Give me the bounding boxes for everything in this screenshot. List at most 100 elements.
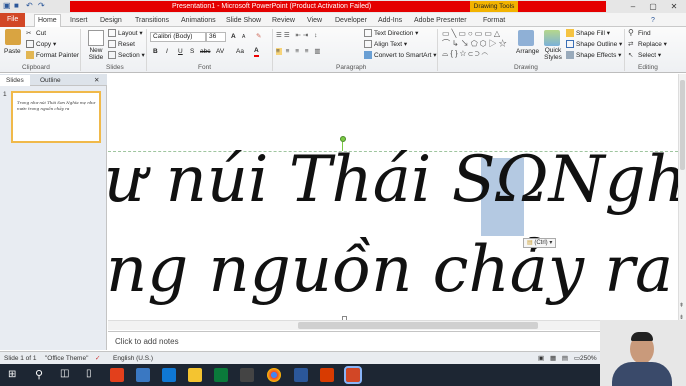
divider [80,29,81,71]
quick-styles-button[interactable]: Quick Styles [541,47,565,61]
slide-text-line-1[interactable]: ư núi Thái SΩNghĩ [108,140,678,220]
format-painter-button[interactable]: Format Painter [26,51,79,60]
tab-adobe-presenter[interactable]: Adobe Presenter [411,15,470,27]
change-case-button[interactable]: Aa [236,47,244,56]
close-icon[interactable]: ✕ [667,1,681,12]
chrome-icon[interactable] [267,368,281,382]
notes-placeholder[interactable]: Click to add notes [115,337,179,346]
spellcheck-icon[interactable]: ✓ [95,354,100,363]
reset-button[interactable]: Reset [108,40,135,49]
find-icon: ⚲ [628,28,634,38]
find-button[interactable]: ⚲ Find [628,29,651,38]
select-button[interactable]: ↖ Select ▾ [628,51,661,60]
replace-button[interactable]: ⇄ Replace ▾ [628,40,667,49]
font-size-combo[interactable]: 36 [206,32,226,42]
paste-button[interactable]: Paste [4,47,21,56]
language[interactable]: English (U.S.) [113,354,153,363]
tab-insert[interactable]: Insert [67,15,91,27]
windows-start-icon[interactable]: ⊞ [8,369,16,380]
hscroll-thumb[interactable] [298,322,538,329]
folder-icon[interactable] [188,368,202,382]
word-icon[interactable] [294,368,308,382]
tab-outline[interactable]: Outline [34,75,67,86]
section-button[interactable]: Section ▾ [108,51,145,60]
shape-fill-button[interactable]: Shape Fill ▾ [566,29,610,38]
paste-options-button[interactable]: ▤ (Ctrl) ▾ [523,238,557,248]
shape-outline-button[interactable]: Shape Outline ▾ [566,40,622,49]
file-explorer-icon[interactable]: ▯ [86,368,92,379]
status-bar: Slide 1 of 1 "Office Theme" ✓ English (U… [0,351,686,364]
ribbon-tabs: File Home Insert Design Transitions Anim… [0,13,686,28]
slide-canvas[interactable]: ư núi Thái SΩNghĩ ng nguồn chảy ra ▤ (Ct… [108,74,678,328]
tab-animations[interactable]: Animations [178,15,219,27]
shadow-button[interactable]: S [190,47,194,56]
layout-button[interactable]: Layout ▾ [108,29,143,38]
copy-button[interactable]: Copy ▾ [26,40,56,49]
horizontal-scrollbar[interactable] [108,320,678,330]
shrink-font-button[interactable]: A [242,33,245,42]
italic-button[interactable]: I [166,47,168,56]
clear-format-icon[interactable]: ✎ [256,32,261,41]
vertical-scrollbar[interactable]: ⇞ ⇟ [678,74,686,330]
fill-icon [566,29,574,38]
underline-button[interactable]: U [178,47,183,56]
shapes-gallery[interactable]: ▭╲▭○▭▭△ ⌒↳↘⬠⬡▷☆ ⌓{}☆⊂⊃⌒ [442,29,512,61]
layout-icon [108,29,116,38]
tab-developer[interactable]: Developer [332,15,370,27]
font-color-button[interactable]: A [254,46,259,57]
tab-design[interactable]: Design [97,15,125,27]
powerpoint-taskbar-icon[interactable] [344,366,362,384]
slide-text-line-2[interactable]: ng nguồn chảy ra [108,230,673,310]
tab-add-ins[interactable]: Add-Ins [375,15,405,27]
quick-styles-icon [544,30,560,46]
tab-home[interactable]: Home [34,14,61,28]
close-pane-icon[interactable]: ✕ [94,75,99,86]
zoom-level[interactable]: 250% [580,354,597,363]
new-slide-button[interactable]: New Slide [85,47,107,61]
convert-smartart-button[interactable]: Convert to SmartArt ▾ [364,51,437,60]
strikethrough-button[interactable]: abc [200,47,210,56]
app-icon-6[interactable] [320,368,334,382]
task-view-icon[interactable]: ◫ [60,368,69,379]
tab-file[interactable]: File [0,13,26,27]
cut-button[interactable]: ✂ Cut [26,29,46,38]
tab-transitions[interactable]: Transitions [132,15,172,27]
tab-view[interactable]: View [304,15,325,27]
save-icon[interactable]: ■ [14,2,22,10]
align-icons[interactable]: ≡ ≡ ≡ ≡ ▥ [276,47,323,56]
app-icon-1[interactable] [110,368,124,382]
align-text-button[interactable]: Align Text ▾ [364,40,407,49]
search-icon[interactable]: ⚲ [35,368,43,381]
tab-slide-show[interactable]: Slide Show [223,15,264,27]
powerpoint-icon: ▣ [3,1,11,10]
webcam-overlay [600,320,686,386]
bullets-icon[interactable]: ☰☰ ⇤⇥ ↕ [276,31,319,40]
scroll-thumb[interactable] [680,80,685,170]
view-buttons[interactable]: ▣ ▦ ▤ ▭ [538,354,582,363]
app-icon-4[interactable] [214,368,228,382]
app-icon-2[interactable] [136,368,150,382]
help-icon[interactable]: ? [648,15,658,27]
tab-slides[interactable]: Slides [0,75,30,86]
clipboard-icon: ▤ [527,240,533,246]
divider [624,29,625,71]
minimize-icon[interactable]: – [626,1,640,12]
redo-icon[interactable]: ↷ [38,2,46,10]
tab-review[interactable]: Review [269,15,298,27]
char-spacing-button[interactable]: AV [216,47,224,56]
grow-font-button[interactable]: A [231,32,236,41]
text-direction-button[interactable]: Text Direction ▾ [364,29,418,38]
context-tab-drawing-tools: Drawing Tools [470,1,518,12]
restore-icon[interactable]: ▢ [646,1,660,12]
font-name-combo[interactable]: Calibri (Body) [150,32,206,42]
tab-format[interactable]: Format [480,15,508,27]
bold-button[interactable]: B [153,47,158,56]
shape-effects-button[interactable]: Shape Effects ▾ [566,51,621,60]
prev-slide-icon[interactable]: ⇞ [679,302,684,309]
slide-thumbnail[interactable]: Trong như núi Thái Sơn Nghĩa mẹ như nước… [11,91,101,143]
undo-icon[interactable]: ↶ [26,2,34,10]
app-icon-3[interactable] [162,368,176,382]
app-icon-5[interactable] [240,368,254,382]
scissors-icon: ✂ [26,30,32,38]
arrange-button[interactable]: Arrange [516,47,539,56]
